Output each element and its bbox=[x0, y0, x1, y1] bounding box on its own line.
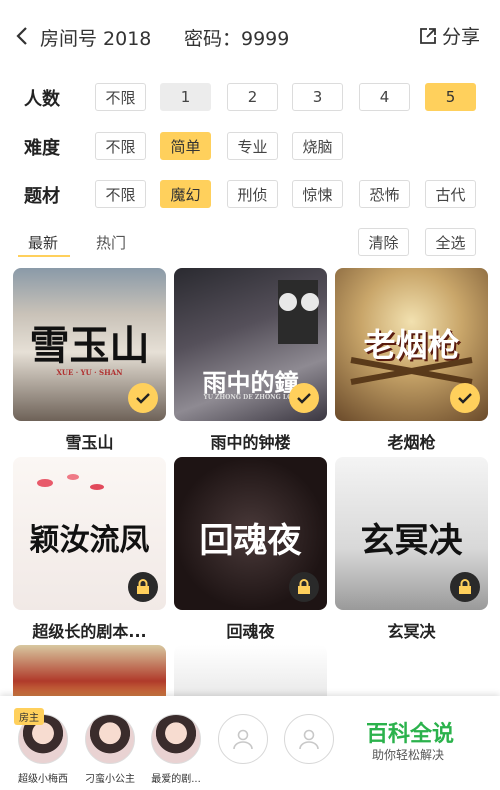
player-name: 最爱的剧... bbox=[151, 774, 201, 785]
clock-tower-art bbox=[278, 280, 319, 344]
cover-title-art: 颖汝流凤 bbox=[29, 523, 150, 558]
back-arrow-icon[interactable] bbox=[14, 26, 32, 46]
empty-seat-4[interactable] bbox=[218, 714, 268, 764]
player-seat-2[interactable]: 刁蛮小公主 bbox=[82, 714, 138, 785]
active-tab-indicator bbox=[18, 255, 70, 257]
chip-theme-fantasy[interactable]: 魔幻 bbox=[160, 180, 211, 208]
chip-theme-ancient[interactable]: 古代 bbox=[425, 180, 476, 208]
share-label: 分享 bbox=[442, 26, 481, 48]
share-icon bbox=[420, 27, 436, 44]
host-badge: 房主 bbox=[14, 708, 44, 725]
room-number: 房间号 2018 bbox=[40, 28, 152, 50]
cover-subtitle-art: XUE · YU · SHAN bbox=[56, 368, 123, 377]
check-icon bbox=[450, 383, 480, 413]
filter-label-difficulty: 难度 bbox=[24, 138, 60, 159]
watermark-subtitle: 助你轻松解决 bbox=[372, 748, 445, 762]
tab-latest[interactable]: 最新 bbox=[28, 232, 58, 253]
filter-people: 人数 不限 1 2 3 4 5 bbox=[0, 83, 500, 113]
filter-label-people: 人数 bbox=[24, 89, 60, 110]
filter-theme: 题材 不限 魔幻 刑侦 惊悚 恐怖 古代 bbox=[0, 180, 500, 210]
check-icon bbox=[128, 383, 158, 413]
user-placeholder-icon bbox=[233, 729, 253, 750]
chip-difficulty-pro[interactable]: 专业 bbox=[227, 132, 278, 160]
player-name: 刁蛮小公主 bbox=[85, 774, 135, 785]
avatar bbox=[85, 714, 135, 764]
filter-label-theme: 题材 bbox=[24, 186, 60, 207]
check-icon bbox=[289, 383, 319, 413]
script-card-yuzhongdezhonglou[interactable]: 雨中的鐘 YU ZHONG DE ZHONG LOU bbox=[174, 268, 327, 421]
script-name: 老烟枪 bbox=[387, 433, 436, 452]
chip-difficulty-any[interactable]: 不限 bbox=[95, 132, 146, 160]
lock-icon bbox=[128, 572, 158, 602]
empty-seat-5[interactable] bbox=[284, 714, 334, 764]
lock-icon bbox=[289, 572, 319, 602]
lock-icon bbox=[450, 572, 480, 602]
filter-difficulty: 难度 不限 简单 专业 烧脑 bbox=[0, 132, 500, 162]
avatar bbox=[151, 714, 201, 764]
script-name: 回魂夜 bbox=[226, 622, 275, 641]
script-card-xueyushan[interactable]: 雪玉山 XUE · YU · SHAN bbox=[13, 268, 166, 421]
cover-title-art: 玄冥决 bbox=[360, 521, 463, 561]
chip-theme-any[interactable]: 不限 bbox=[95, 180, 146, 208]
script-name: 雨中的钟楼 bbox=[210, 433, 291, 452]
script-name: 超级长的剧本... bbox=[32, 622, 147, 641]
sort-tabs: 最新 热门 清除 全选 bbox=[0, 228, 500, 258]
script-name: 雪玉山 bbox=[65, 433, 114, 452]
script-card-long-title[interactable]: 颖汝流凤 bbox=[13, 457, 166, 610]
room-password: 密码：9999 bbox=[184, 28, 290, 50]
cover-title-art: 回魂夜 bbox=[199, 521, 302, 561]
chip-people-3[interactable]: 3 bbox=[292, 83, 343, 111]
script-card-xuanmingjue[interactable]: 玄冥决 bbox=[335, 457, 488, 610]
chip-difficulty-easy[interactable]: 简单 bbox=[160, 132, 211, 160]
watermark-logo: 百科全说 助你轻松解决 bbox=[350, 702, 500, 774]
petals-art bbox=[37, 474, 104, 490]
chip-people-1[interactable]: 1 bbox=[160, 83, 211, 111]
chip-people-5[interactable]: 5 bbox=[425, 83, 476, 111]
cover-title-art: 雪玉山 bbox=[29, 322, 150, 369]
chip-theme-crime[interactable]: 刑侦 bbox=[227, 180, 278, 208]
chip-difficulty-hard[interactable]: 烧脑 bbox=[292, 132, 343, 160]
select-all-button[interactable]: 全选 bbox=[425, 228, 476, 256]
user-placeholder-icon bbox=[299, 729, 319, 750]
script-card-laoyanqiang[interactable]: 老烟枪 bbox=[335, 268, 488, 421]
script-card-huihunye[interactable]: 回魂夜 bbox=[174, 457, 327, 610]
chip-people-2[interactable]: 2 bbox=[227, 83, 278, 111]
share-button[interactable]: 分享 bbox=[418, 22, 480, 49]
chip-people-any[interactable]: 不限 bbox=[95, 83, 146, 111]
script-name: 玄冥决 bbox=[387, 622, 436, 641]
chip-people-4[interactable]: 4 bbox=[359, 83, 410, 111]
top-bar: 房间号 2018 密码：9999 分享 bbox=[0, 0, 500, 70]
chip-theme-thriller[interactable]: 惊悚 bbox=[292, 180, 343, 208]
player-seat-3[interactable]: 最爱的剧... bbox=[148, 714, 204, 785]
tab-hot[interactable]: 热门 bbox=[96, 232, 126, 253]
clear-button[interactable]: 清除 bbox=[358, 228, 409, 256]
watermark-title: 百科全说 bbox=[366, 722, 455, 747]
crossed-guns-art bbox=[350, 357, 473, 385]
player-name: 超级小梅西 bbox=[18, 774, 68, 785]
chip-theme-horror[interactable]: 恐怖 bbox=[359, 180, 410, 208]
